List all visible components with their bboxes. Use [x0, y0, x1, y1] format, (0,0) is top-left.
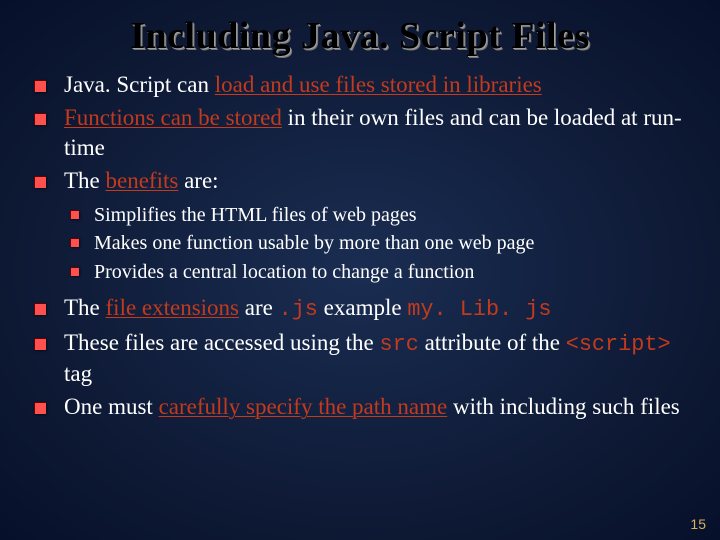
text: are: [239, 295, 279, 320]
code: .js: [279, 297, 318, 322]
emphasis: load and use files stored in libraries: [215, 72, 542, 97]
list-item: Provides a central location to change a …: [64, 259, 690, 285]
text: One must: [64, 394, 159, 419]
list-item: Functions can be stored in their own fil…: [30, 103, 690, 162]
list-item: Makes one function usable by more than o…: [64, 230, 690, 256]
code: my. Lib. js: [407, 297, 551, 322]
code: <script>: [566, 332, 671, 357]
text: attribute of the: [419, 330, 566, 355]
text: Provides a central location to change a …: [94, 261, 474, 283]
sub-bullet-list: Simplifies the HTML files of web pages M…: [64, 202, 690, 285]
list-item: These files are accessed using the src a…: [30, 328, 690, 388]
list-item: The benefits are: Simplifies the HTML fi…: [30, 166, 690, 285]
text: Java. Script can: [64, 72, 215, 97]
text: Simplifies the HTML files of web pages: [94, 204, 417, 226]
list-item: The file extensions are .js example my. …: [30, 293, 690, 324]
list-item: Simplifies the HTML files of web pages: [64, 202, 690, 228]
text: Makes one function usable by more than o…: [94, 232, 534, 254]
text: These files are accessed using the: [64, 330, 379, 355]
bullet-list: Java. Script can load and use files stor…: [30, 70, 690, 422]
text: are:: [178, 168, 218, 193]
text: with including such files: [447, 394, 680, 419]
code: src: [379, 332, 418, 357]
text: The: [64, 295, 106, 320]
text: The: [64, 168, 106, 193]
emphasis: file extensions: [106, 295, 240, 320]
list-item: One must carefully specify the path name…: [30, 392, 690, 421]
emphasis: carefully specify the path name: [159, 394, 448, 419]
text: tag: [64, 361, 92, 386]
text: example: [318, 295, 407, 320]
emphasis: benefits: [106, 168, 179, 193]
page-number: 15: [690, 516, 706, 532]
slide-title: Including Java. Script Files: [0, 0, 720, 62]
emphasis: Functions can be stored: [64, 105, 282, 130]
list-item: Java. Script can load and use files stor…: [30, 70, 690, 99]
